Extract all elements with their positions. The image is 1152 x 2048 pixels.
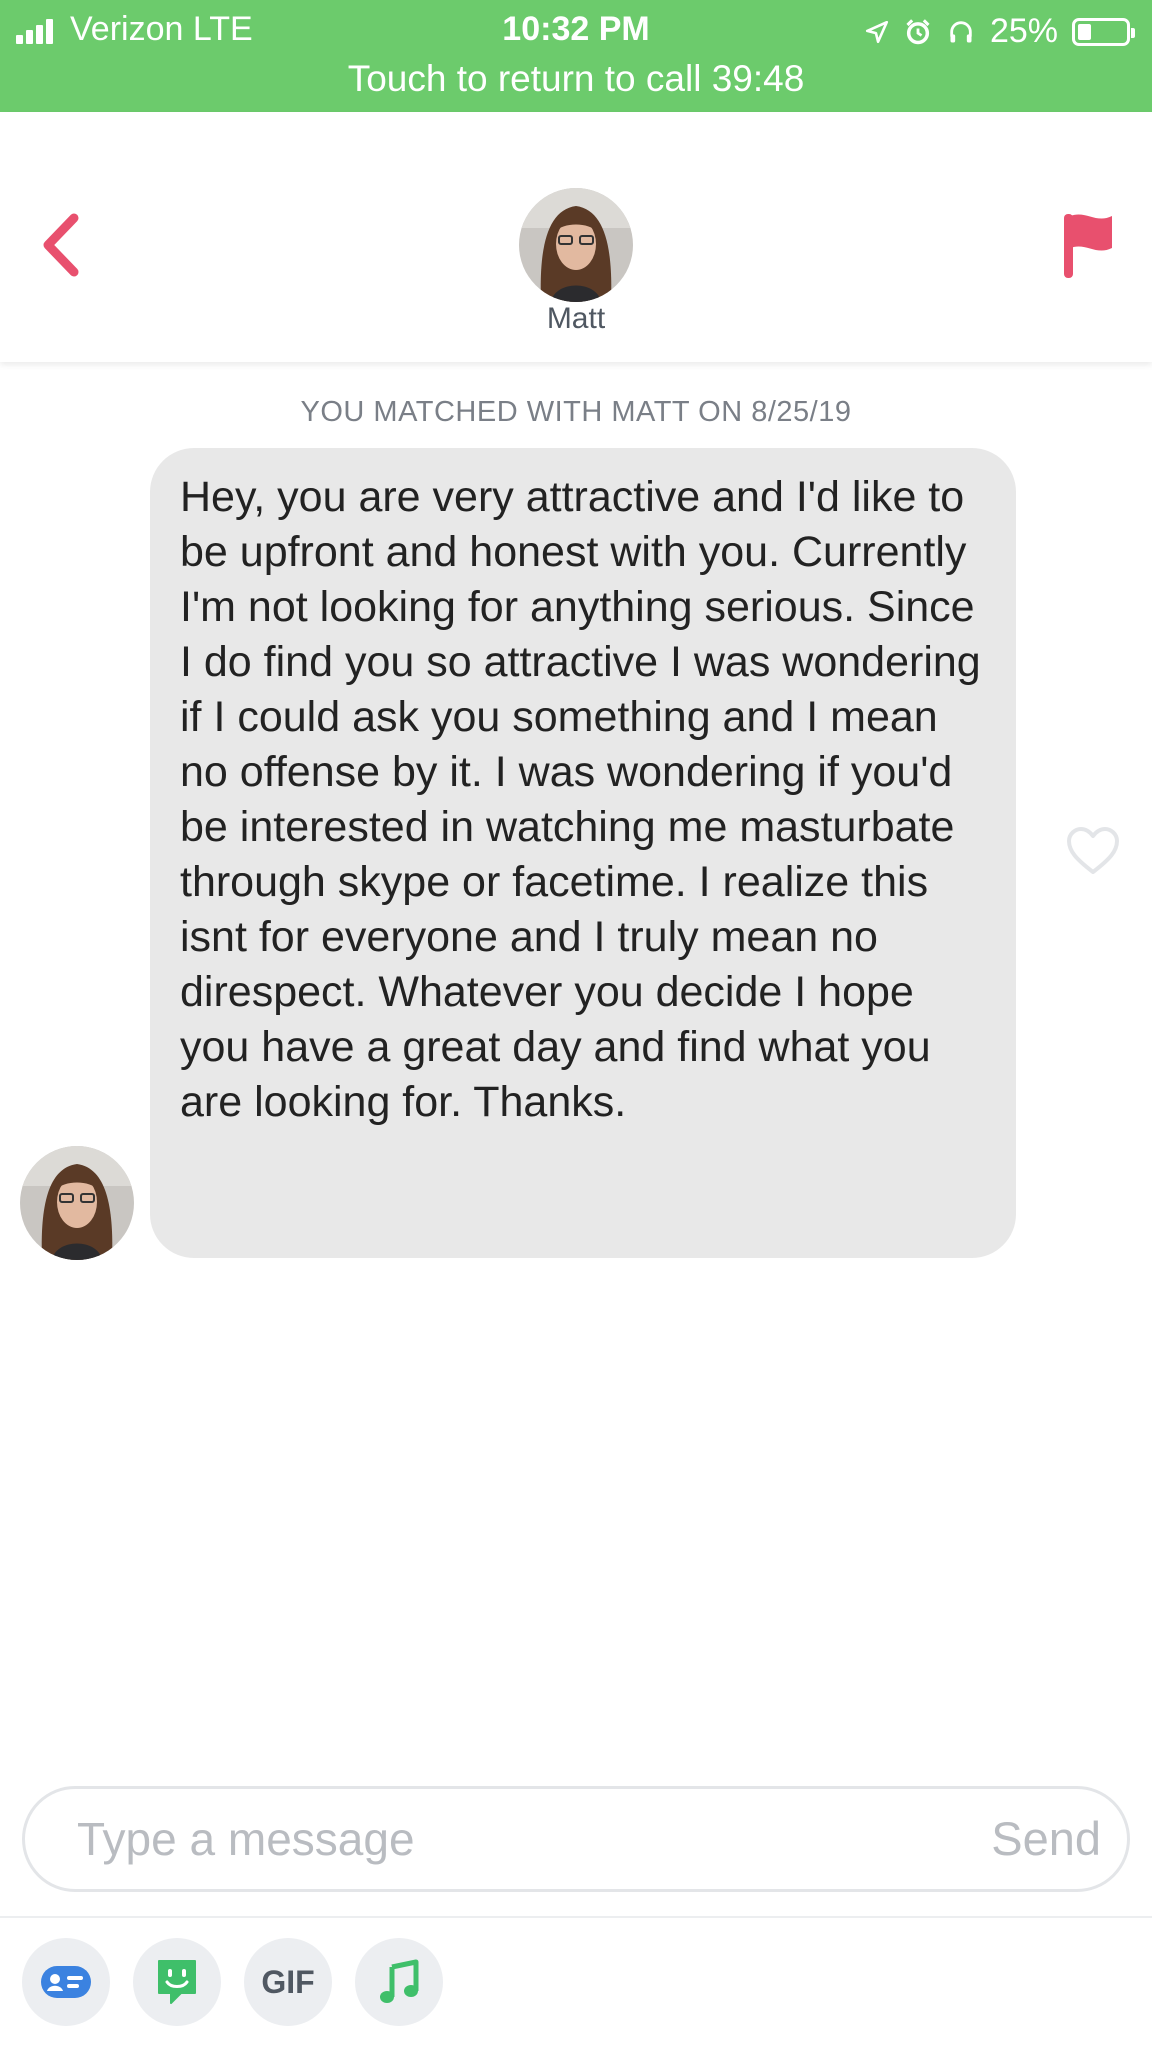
contact-card-icon xyxy=(41,1966,91,1998)
headphones-icon xyxy=(950,20,972,42)
return-to-call-banner[interactable]: Touch to return to call 39:48 xyxy=(0,58,1152,100)
message-input[interactable] xyxy=(77,1789,877,1889)
message-bubble[interactable]: Hey, you are very attractive and I'd lik… xyxy=(150,448,1016,1258)
sticker-icon xyxy=(158,1960,196,2004)
send-button[interactable]: Send xyxy=(991,1811,1101,1866)
sticker-button[interactable] xyxy=(133,1938,221,2026)
status-right-group: 25% xyxy=(864,12,1135,51)
chevron-left-icon[interactable] xyxy=(36,210,86,280)
match-date-note: YOU MATCHED WITH MATT ON 8/25/19 xyxy=(300,396,852,428)
battery-icon xyxy=(1072,17,1135,46)
message-text: Hey, you are very attractive and I'd lik… xyxy=(180,473,981,1126)
sender-avatar[interactable] xyxy=(20,1146,134,1260)
flag-icon[interactable] xyxy=(1060,208,1116,284)
location-arrow-icon xyxy=(865,20,888,43)
contact-card-button[interactable] xyxy=(22,1938,110,2026)
message-composer: Send xyxy=(22,1786,1130,1892)
music-note-icon xyxy=(380,1959,419,2003)
heart-icon[interactable] xyxy=(1066,826,1120,876)
gif-icon: GIF xyxy=(261,1963,315,2000)
status-bar: Verizon LTE 10:32 PM 25% Touch to return… xyxy=(0,0,1152,112)
battery-percent: 25% xyxy=(989,12,1058,50)
match-name[interactable]: Matt xyxy=(0,302,1152,336)
battery-fill xyxy=(1078,23,1091,40)
music-button[interactable] xyxy=(355,1938,443,2026)
gif-button[interactable]: GIF xyxy=(244,1938,332,2026)
status-row: Verizon LTE 10:32 PM 25% xyxy=(0,8,1152,52)
toolbar-divider xyxy=(0,1916,1152,1918)
alarm-icon xyxy=(906,18,930,44)
avatar[interactable] xyxy=(519,188,633,302)
chat-header: Matt xyxy=(0,112,1152,362)
